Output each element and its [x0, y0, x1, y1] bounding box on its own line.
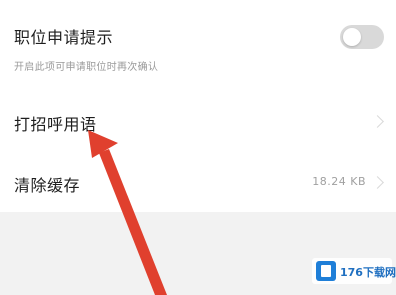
watermark-text: 176下载网 — [340, 266, 396, 279]
settings-card: 职位申请提示 开启此项可申请职位时再次确认 打招呼用语 清除缓存 18.24 K… — [0, 0, 396, 212]
chevron-right-icon — [371, 176, 384, 189]
setting-subtitle: 开启此项可申请职位时再次确认 — [14, 62, 159, 73]
setting-job-application-reminder: 职位申请提示 开启此项可申请职位时再次确认 — [0, 0, 396, 86]
setting-title: 打招呼用语 — [14, 115, 97, 134]
site-logo-icon — [316, 261, 336, 281]
setting-title: 清除缓存 — [14, 176, 81, 195]
settings-page: 职位申请提示 开启此项可申请职位时再次确认 打招呼用语 清除缓存 18.24 K… — [0, 0, 396, 295]
setting-title: 职位申请提示 — [14, 28, 114, 47]
job-application-reminder-toggle[interactable] — [340, 25, 384, 49]
setting-greeting-phrase[interactable]: 打招呼用语 — [0, 96, 396, 148]
watermark: 176下载网 — [312, 258, 396, 284]
toggle-knob — [343, 28, 361, 46]
cache-size-value: 18.24 KB — [312, 175, 366, 188]
setting-clear-cache[interactable]: 清除缓存 18.24 KB — [0, 155, 396, 207]
chevron-right-icon — [371, 115, 384, 128]
